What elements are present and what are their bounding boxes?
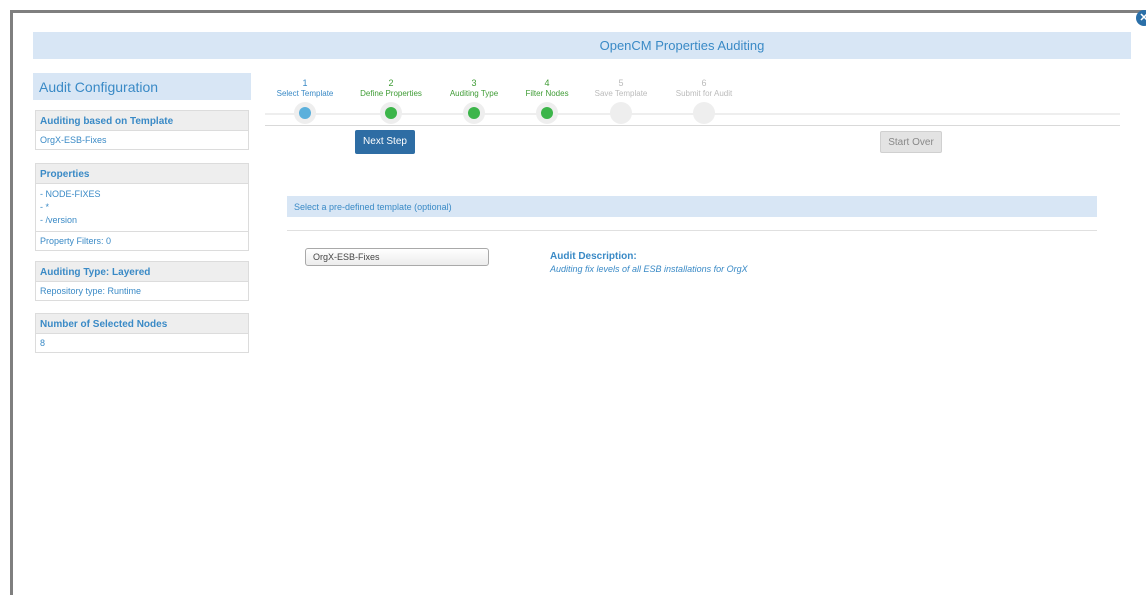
step-save-template[interactable]: 5 Save Template (581, 78, 661, 124)
next-step-button[interactable]: Next Step (355, 130, 415, 154)
template-section-title: Select a pre-defined template (optional) (294, 202, 452, 212)
step-dot (615, 107, 627, 119)
step-dot (541, 107, 553, 119)
auditing-type-panel: Auditing Type: Layered Repository type: … (35, 261, 249, 301)
template-select[interactable]: OrgX-ESB-Fixes (305, 248, 489, 266)
step-label: Auditing Type (449, 89, 499, 98)
audit-description-text: Auditing fix levels of all ESB installat… (550, 264, 748, 274)
step-label: Filter Nodes (525, 89, 569, 98)
repository-type: Repository type: Runtime (40, 286, 142, 296)
page-title: OpenCM Properties Auditing (599, 38, 765, 53)
step-number: 6 (701, 78, 707, 88)
step-dot (299, 107, 311, 119)
start-over-button[interactable]: Start Over (880, 131, 942, 153)
modal-frame-left (10, 10, 13, 595)
step-number: 1 (302, 78, 308, 88)
close-icon[interactable]: ✕ (1136, 10, 1146, 26)
divider (265, 125, 1120, 126)
sidebar-header: Audit Configuration (33, 73, 251, 100)
properties-panel-title: Properties (36, 164, 248, 184)
template-panel-value: OrgX-ESB-Fixes (40, 135, 107, 145)
divider (287, 230, 1097, 231)
property-item: - NODE-FIXES (40, 189, 101, 199)
properties-list: - NODE-FIXES - * - /version (36, 184, 248, 231)
step-dot (698, 107, 710, 119)
sidebar-header-label: Audit Configuration (39, 79, 159, 95)
selected-nodes-panel: Number of Selected Nodes 8 (35, 313, 249, 353)
step-dot (385, 107, 397, 119)
step-select-template[interactable]: 1 Select Template (265, 78, 345, 124)
step-dot (468, 107, 480, 119)
step-define-properties[interactable]: 2 Define Properties (351, 78, 431, 124)
step-label: Submit for Audit (675, 89, 733, 98)
property-item: - * (40, 202, 49, 212)
template-panel-title: Auditing based on Template (36, 111, 248, 131)
title-bar: OpenCM Properties Auditing (33, 32, 1131, 59)
step-filter-nodes[interactable]: 4 Filter Nodes (507, 78, 587, 124)
wizard-steps: 1 Select Template 2 Define Properties 3 … (270, 78, 770, 124)
property-filters: Property Filters: 0 (36, 231, 248, 250)
properties-panel: Properties - NODE-FIXES - * - /version P… (35, 163, 249, 251)
auditing-type-title: Auditing Type: Layered (36, 262, 248, 282)
step-submit-for-audit[interactable]: 6 Submit for Audit (664, 78, 744, 124)
property-item: - /version (40, 215, 78, 225)
selected-nodes-count: 8 (40, 338, 46, 348)
step-number: 4 (544, 78, 550, 88)
step-number: 5 (618, 78, 624, 88)
step-auditing-type[interactable]: 3 Auditing Type (434, 78, 514, 124)
template-panel: Auditing based on Template OrgX-ESB-Fixe… (35, 110, 249, 150)
step-number: 3 (471, 78, 477, 88)
step-label: Select Template (276, 89, 334, 98)
selected-nodes-title: Number of Selected Nodes (36, 314, 248, 334)
step-number: 2 (388, 78, 394, 88)
template-section-header: Select a pre-defined template (optional) (287, 196, 1097, 217)
modal-frame-top (10, 10, 1146, 13)
audit-description-label: Audit Description: (550, 251, 637, 262)
step-label: Save Template (594, 89, 648, 98)
step-label: Define Properties (360, 89, 422, 98)
